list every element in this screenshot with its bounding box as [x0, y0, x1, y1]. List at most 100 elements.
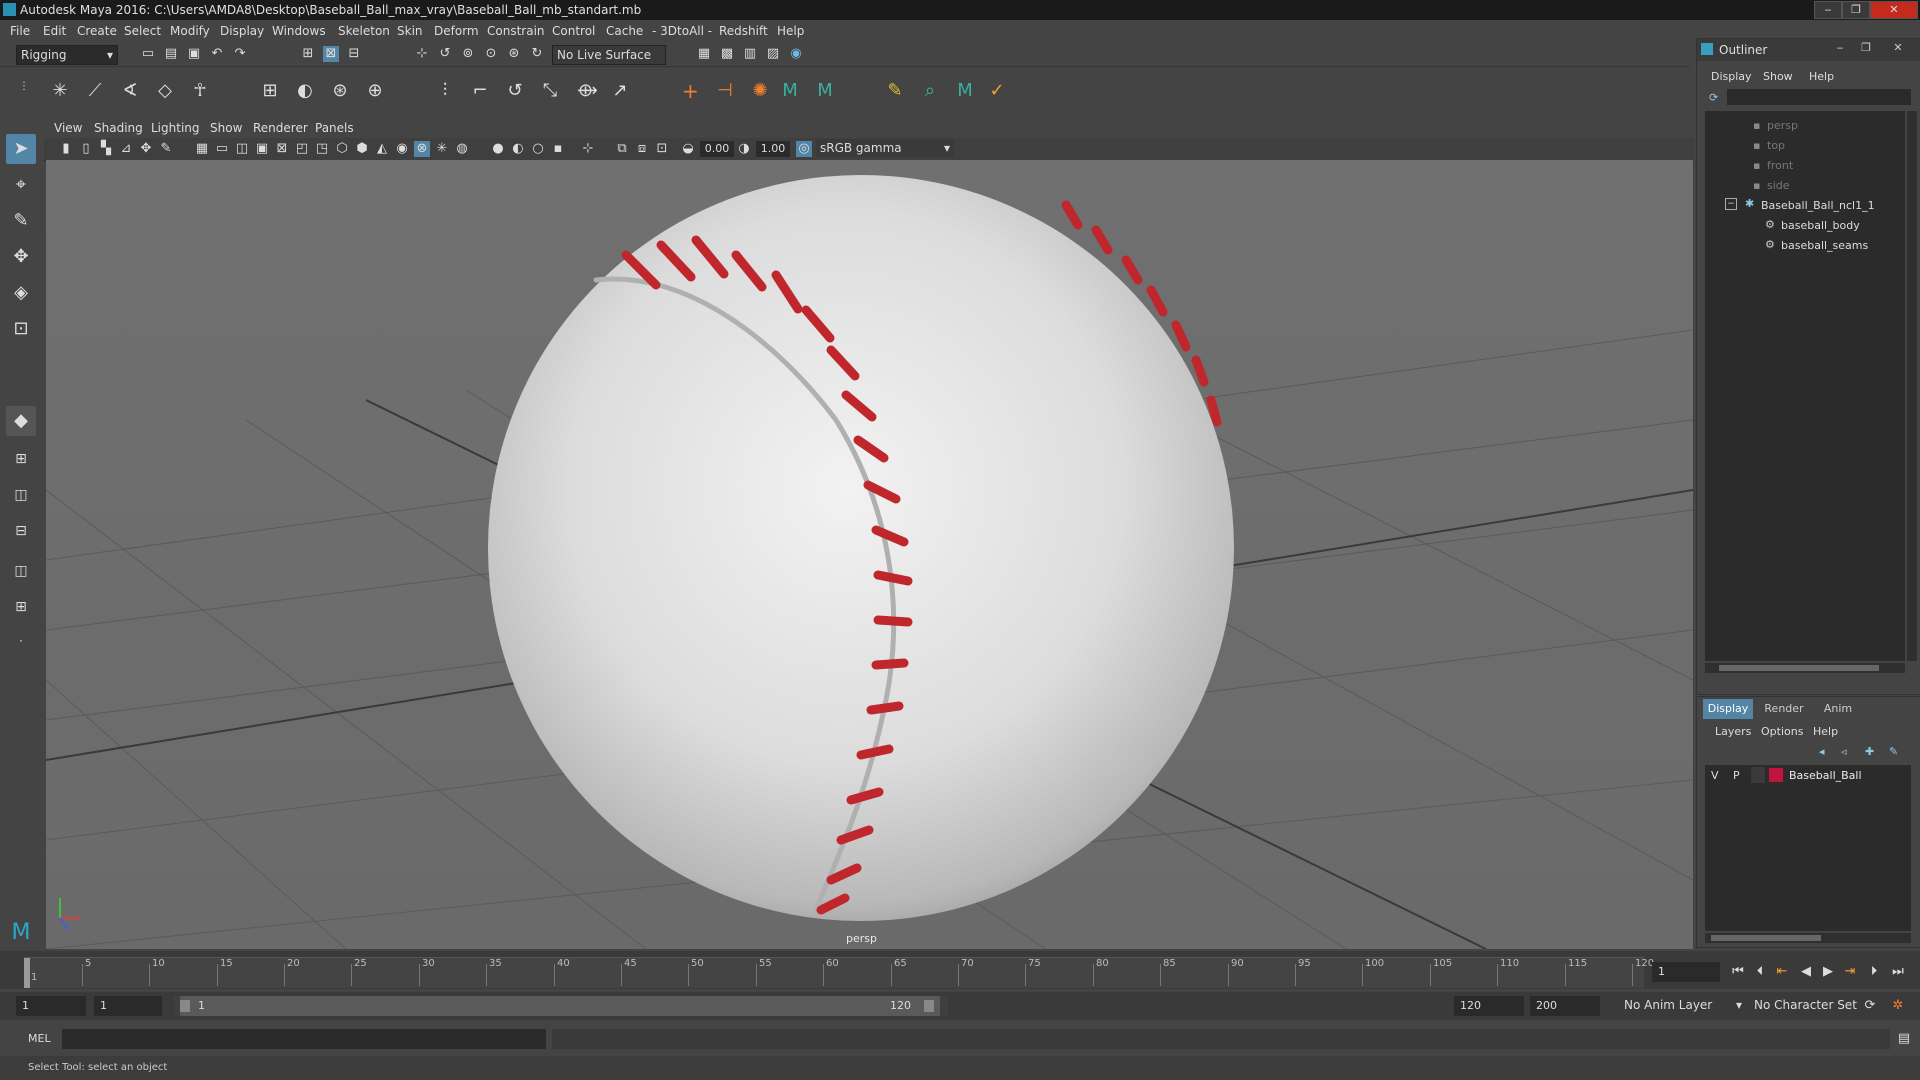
v-tool-icon[interactable]: ✓ [989, 82, 1005, 100]
playback-end-field[interactable]: 120 [1454, 996, 1524, 1016]
snap-curve-icon[interactable]: ↺ [437, 46, 453, 62]
ik-spline-icon[interactable]: ∢ [122, 82, 138, 100]
constraint-point-icon[interactable]: ⌐ [472, 82, 488, 100]
xray-icon[interactable]: ⊹ [580, 141, 596, 157]
bind-skin-icon[interactable]: ⊞ [262, 82, 278, 100]
render-frame-icon[interactable]: ▩ [719, 46, 735, 62]
paint-tool-icon[interactable]: ✎ [887, 82, 903, 100]
menu-constrain[interactable]: Constrain [487, 24, 545, 38]
move-tool-icon[interactable]: ✥ [6, 242, 36, 272]
render-settings-icon[interactable]: ▦ [696, 46, 712, 62]
camera-icon[interactable]: ▮ [58, 141, 74, 157]
viewport-menu-panels[interactable]: Panels [315, 121, 354, 135]
camera-attr-icon[interactable]: ▯ [78, 141, 94, 157]
menu-display[interactable]: Display [220, 24, 264, 38]
select-hierarchy-icon[interactable]: ⊞ [300, 46, 316, 62]
cluster-icon[interactable]: ⊕ [367, 82, 383, 100]
outliner-vertical-scrollbar[interactable] [1907, 111, 1917, 661]
step-back-key-icon[interactable]: ⏴ [1752, 964, 1768, 980]
maximize-button[interactable]: ❐ [1842, 1, 1870, 19]
viewport-menu-renderer[interactable]: Renderer [253, 121, 308, 135]
go-to-start-icon[interactable]: ⏮ [1730, 964, 1746, 980]
outliner-minimize-button[interactable]: ‒ [1829, 41, 1851, 57]
single-view-icon[interactable]: ◆ [6, 406, 36, 436]
save-scene-icon[interactable]: ▣ [186, 46, 202, 62]
safe-title-icon[interactable]: ◳ [314, 141, 330, 157]
film-gate-icon[interactable]: ▭ [214, 141, 230, 157]
auto-key-icon[interactable]: ⟳ [1862, 998, 1878, 1014]
snap-grid-icon[interactable]: ⊹ [414, 46, 430, 62]
range-start-handle[interactable] [180, 1000, 190, 1012]
ik-handle-icon[interactable]: ⟋ [87, 82, 103, 100]
paint-select-tool-icon[interactable]: ✎ [6, 206, 36, 236]
wireframe-icon[interactable]: ⬡ [334, 141, 350, 157]
outliner-item-front[interactable]: ▪ front [1705, 155, 1915, 175]
render-view-icon[interactable]: ▨ [765, 46, 781, 62]
redo-icon[interactable]: ↷ [232, 46, 248, 62]
rotate-tool-icon[interactable]: ◈ [6, 278, 36, 308]
layer-playback-toggle[interactable]: P [1733, 769, 1740, 782]
play-forward-icon[interactable]: ▶ [1820, 964, 1836, 980]
select-object-icon[interactable]: ⊠ [323, 46, 339, 62]
select-tool-icon[interactable]: ➤ [6, 134, 36, 164]
preferences-icon[interactable]: ✲ [1890, 998, 1906, 1014]
menu-set-dropdown[interactable]: Rigging ▾ [16, 45, 118, 65]
tab-display[interactable]: Display [1703, 699, 1753, 719]
animation-start-field[interactable]: 1 [16, 996, 86, 1016]
screen-space-ao-icon[interactable]: ◍ [454, 141, 470, 157]
menu-cache[interactable]: Cache [606, 24, 643, 38]
grid-icon[interactable]: ▦ [194, 141, 210, 157]
menu-file[interactable]: File [10, 24, 30, 38]
animation-end-field[interactable]: 200 [1530, 996, 1600, 1016]
motion-blur-icon[interactable]: ● [490, 141, 506, 157]
outliner-close-button[interactable]: ✕ [1887, 41, 1909, 57]
outliner-menu-show[interactable]: Show [1763, 70, 1793, 83]
bookmark-icon[interactable]: ▚ [98, 141, 114, 157]
textured-icon[interactable]: ◉ [394, 141, 410, 157]
constraint-pole-icon[interactable]: ↗ [612, 82, 628, 100]
field-chart-icon[interactable]: ⊠ [274, 141, 290, 157]
new-scene-icon[interactable]: ▭ [140, 46, 156, 62]
tab-render[interactable]: Render [1759, 699, 1809, 719]
ipr-render-icon[interactable]: ▥ [742, 46, 758, 62]
shelf-options-icon[interactable]: ⋮ [16, 79, 32, 95]
maya-m-icon[interactable]: M [782, 82, 798, 100]
locator-pin-icon[interactable]: ⊣ [717, 82, 733, 100]
resolution-gate-icon[interactable]: ◫ [234, 141, 250, 157]
viewport-menu-shading[interactable]: Shading [94, 121, 143, 135]
viewport-menu-show[interactable]: Show [210, 121, 242, 135]
step-forward-key-icon[interactable]: ⏵ [1866, 964, 1882, 980]
locator-star-icon[interactable]: ✺ [752, 82, 768, 100]
layer-horizontal-scrollbar[interactable] [1705, 933, 1911, 943]
play-backward-icon[interactable]: ◀ [1798, 964, 1814, 980]
color-management-icon[interactable]: ◎ [796, 141, 812, 157]
layer-row-baseball-ball[interactable]: V P Baseball_Ball [1705, 765, 1911, 785]
move-layer-up-icon[interactable]: ◂ [1819, 745, 1835, 759]
use-all-lights-icon[interactable]: ⊗ [414, 141, 430, 157]
locator-icon[interactable]: + [682, 81, 699, 101]
image-plane-icon[interactable]: ⊿ [118, 141, 134, 157]
command-input[interactable] [62, 1029, 546, 1049]
current-frame-field[interactable]: 1 [1652, 962, 1720, 982]
xray-active-icon[interactable]: ⧈ [634, 141, 650, 157]
collapse-icon[interactable]: − [1725, 198, 1737, 210]
color-space-dropdown[interactable]: sRGB gamma ▾ [816, 139, 954, 157]
joint-tool-icon[interactable]: ✳ [52, 82, 68, 100]
menu-3dtoall[interactable]: - 3DtoAll - [652, 24, 712, 38]
wireframe-on-shaded-icon[interactable]: ◭ [374, 141, 390, 157]
current-time-indicator[interactable] [24, 958, 30, 988]
outliner-scroll-thumb[interactable] [1719, 665, 1879, 671]
range-slider-track[interactable]: 1 120 [174, 996, 948, 1016]
persp-outliner-icon[interactable]: ◫ [6, 480, 36, 510]
command-language-label[interactable]: MEL [28, 1032, 51, 1045]
two-d-pan-icon[interactable]: ✥ [138, 141, 154, 157]
step-back-frame-icon[interactable]: ⇤ [1774, 964, 1790, 980]
live-surface-field[interactable]: No Live Surface [552, 45, 666, 65]
gate-mask-icon[interactable]: ▣ [254, 141, 270, 157]
layer-color-swatch[interactable] [1769, 768, 1783, 782]
scale-tool-icon[interactable]: ⊡ [6, 314, 36, 344]
insert-joint-icon[interactable]: ◇ [157, 82, 173, 100]
menu-windows[interactable]: Windows [272, 24, 326, 38]
outliner-item-top[interactable]: ▪ top [1705, 135, 1915, 155]
paint-weights-icon[interactable]: ◐ [297, 82, 313, 100]
